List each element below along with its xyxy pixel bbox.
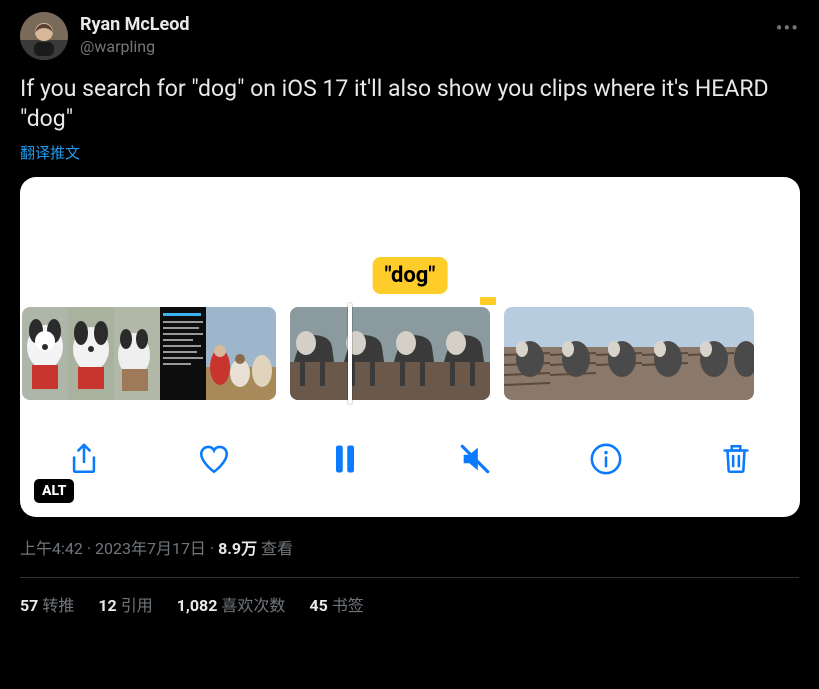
- more-icon[interactable]: •••: [776, 12, 799, 40]
- pause-icon[interactable]: [325, 439, 365, 479]
- tweet-time[interactable]: 上午4:42: [20, 539, 83, 558]
- tweet-meta: 上午4:42 · 2023年7月17日 · 8.9万 查看: [20, 535, 799, 559]
- playhead-line[interactable]: [348, 303, 352, 404]
- video-thumbnail: [114, 307, 160, 400]
- stat-likes[interactable]: 1,082喜欢次数: [177, 592, 286, 616]
- video-thumbnail: [252, 307, 276, 400]
- clip-group-1[interactable]: [22, 307, 276, 400]
- video-thumbnail: [504, 307, 550, 400]
- video-thumbnail: [206, 307, 252, 400]
- video-thumbnail: [68, 307, 114, 400]
- translate-link[interactable]: 翻译推文: [20, 142, 799, 163]
- tweet-text: If you search for "dog" on iOS 17 it'll …: [20, 74, 799, 134]
- tweet-stats: 57转推 12引用 1,082喜欢次数 45书签: [20, 592, 799, 616]
- video-thumbnail: [390, 307, 440, 400]
- video-thumbnail: [596, 307, 642, 400]
- video-thumbnail: [642, 307, 688, 400]
- trash-icon[interactable]: [716, 439, 756, 479]
- search-keyword-badge: "dog": [373, 257, 448, 294]
- tweet-date[interactable]: 2023年7月17日: [95, 539, 206, 558]
- stat-quotes[interactable]: 12引用: [98, 592, 152, 616]
- heart-icon[interactable]: [194, 439, 234, 479]
- video-timeline[interactable]: [20, 307, 800, 400]
- stat-bookmarks[interactable]: 45书签: [309, 592, 363, 616]
- mute-icon[interactable]: [455, 439, 495, 479]
- handle[interactable]: @warpling: [80, 37, 764, 56]
- tweet-header: Ryan McLeod @warpling •••: [20, 12, 799, 60]
- playhead-marker: [480, 297, 496, 305]
- media-toolbar: [20, 429, 800, 489]
- divider: [20, 577, 799, 578]
- share-icon[interactable]: [64, 439, 104, 479]
- info-icon[interactable]: [586, 439, 626, 479]
- author-names: Ryan McLeod @warpling: [80, 12, 764, 56]
- video-thumbnail: [688, 307, 734, 400]
- stat-retweets[interactable]: 57转推: [20, 592, 74, 616]
- views-label: 查看: [257, 539, 293, 558]
- display-name[interactable]: Ryan McLeod: [80, 14, 764, 35]
- alt-badge[interactable]: ALT: [34, 479, 74, 503]
- avatar[interactable]: [20, 12, 68, 60]
- views-count: 8.9万: [218, 539, 257, 558]
- clip-group-2[interactable]: [290, 307, 490, 400]
- tweet-container: Ryan McLeod @warpling ••• If you search …: [0, 0, 819, 624]
- video-thumbnail: [440, 307, 490, 400]
- video-thumbnail: [550, 307, 596, 400]
- clip-group-3[interactable]: [504, 307, 754, 400]
- media-attachment[interactable]: "dog": [20, 177, 800, 517]
- video-thumbnail: [734, 307, 754, 400]
- video-thumbnail: [160, 307, 206, 400]
- video-thumbnail: [290, 307, 340, 400]
- video-thumbnail: [22, 307, 68, 400]
